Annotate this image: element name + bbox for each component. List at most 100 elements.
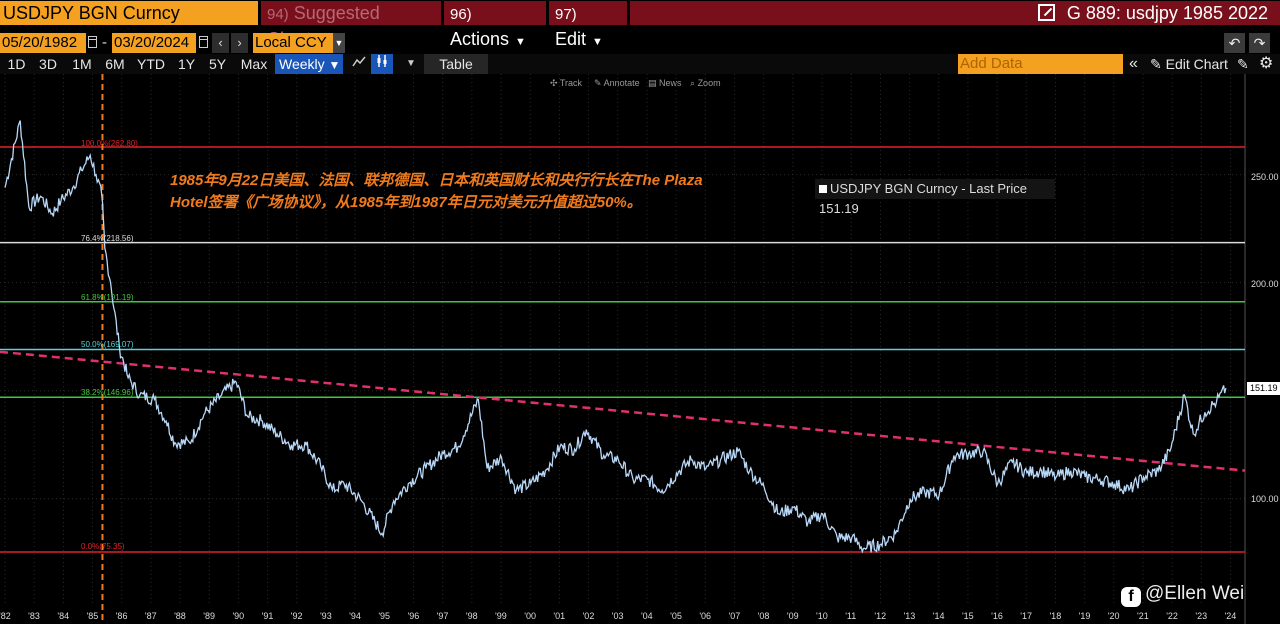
x-tick-label: '12 [874, 611, 887, 621]
x-tick-label: '84 [57, 611, 70, 621]
collapse-icon[interactable]: « [1129, 54, 1138, 74]
ticker-field[interactable]: USDJPY BGN Curncy [0, 1, 258, 25]
x-tick-label: '07 [728, 611, 741, 621]
chart-title-bar: G 889: usdjpy 1985 2022 [630, 1, 1280, 25]
actions-number: 96) [450, 6, 472, 23]
x-tick-label: '22 [1166, 611, 1178, 621]
watermark: f @Ellen Wei [1121, 583, 1244, 607]
redo-icon[interactable]: ↷ [1249, 33, 1270, 53]
y-tick-label: 100.00 [1251, 494, 1279, 504]
x-tick-label: '85 [86, 611, 99, 621]
period-1m[interactable]: 1M [68, 54, 96, 74]
table-button[interactable]: Table [424, 54, 488, 74]
chart-legend: USDJPY BGN Curncy - Last Price 151.19 [815, 179, 1055, 216]
chevron-down-icon: ▼ [333, 33, 345, 53]
fib-label-500: 50.0%(169.07) [81, 340, 134, 349]
open-external-icon[interactable] [1037, 4, 1055, 21]
period-max[interactable]: Max [237, 54, 271, 74]
x-tick-label: '24 [1224, 611, 1237, 621]
x-tick-label: '08 [757, 611, 770, 621]
chevron-down-icon[interactable]: ▼ [400, 54, 422, 74]
date-range-bar: 05/20/1982 - 03/20/2024 ‹ › Local CCY ▼ ↶… [0, 33, 1280, 54]
line-chart-glyph [352, 56, 366, 67]
edit-menu[interactable]: 97) Edit ▼ [549, 1, 627, 49]
x-tick-label: '01 [553, 611, 566, 621]
add-data-input[interactable]: Add Data [958, 54, 1123, 74]
x-tick-label: '21 [1137, 611, 1149, 621]
frequency-select[interactable]: Weekly ▼ [275, 54, 343, 74]
edit-annotation-icon[interactable]: ✎ [1237, 54, 1249, 74]
x-tick-label: '91 [261, 611, 274, 621]
fib-label-100: 100.0%(262.80) [81, 139, 138, 148]
x-tick-label: '83 [28, 611, 40, 621]
edit-number: 97) [555, 6, 577, 23]
top-toolbar: USDJPY BGN Curncy 94) Suggested Charts▼ … [0, 0, 1280, 49]
period-ytd[interactable]: YTD [135, 54, 167, 74]
chevron-down-icon: ▼ [328, 58, 341, 72]
fib-label-618: 61.8%(191.19) [81, 293, 134, 302]
x-tick-label: '94 [349, 611, 361, 621]
x-tick-label: '13 [903, 611, 916, 621]
x-tick-label: '82 [0, 611, 11, 621]
x-tick-label: '03 [611, 611, 624, 621]
x-tick-label: '95 [378, 611, 391, 621]
x-tick-label: '99 [495, 611, 507, 621]
gear-icon[interactable]: ⚙ [1259, 54, 1273, 74]
annotation-line-2: Hotel签署《广场协议》，从1985年到1987年日元对美元升值超过50%。 [170, 194, 642, 211]
y-tick-label: 200.00 [1251, 279, 1279, 289]
x-tick-label: '18 [1049, 611, 1062, 621]
start-date-input[interactable]: 05/20/1982 [0, 33, 86, 53]
calendar-icon[interactable] [199, 36, 208, 48]
x-tick-label: '19 [1078, 611, 1091, 621]
currency-select[interactable]: Local CCY ▼ [253, 33, 345, 53]
suggested-charts-number: 94) [267, 6, 289, 23]
edit-chart-button[interactable]: ✎ Edit Chart [1150, 54, 1228, 74]
frequency-value: Weekly [279, 56, 325, 72]
fib-label-764: 76.4%(218.56) [81, 234, 134, 243]
period-5y[interactable]: 5Y [205, 54, 230, 74]
last-price-tag: 151.19 [1247, 382, 1280, 395]
x-tick-label: '06 [699, 611, 712, 621]
bar-chart-glyph [377, 55, 387, 67]
period-3d[interactable]: 3D [35, 54, 61, 74]
x-tick-label: '05 [670, 611, 682, 621]
price-chart[interactable] [0, 74, 1280, 624]
x-tick-label: '00 [524, 611, 536, 621]
previous-period-button[interactable]: ‹ [212, 33, 229, 53]
end-date-input[interactable]: 03/20/2024 [112, 33, 196, 53]
calendar-icon[interactable] [88, 36, 97, 48]
x-tick-label: '04 [640, 611, 653, 621]
x-tick-label: '87 [144, 611, 157, 621]
actions-menu[interactable]: 96) Actions ▼ [444, 1, 546, 49]
trendline-dashed [0, 350, 1246, 472]
period-bar: 1D 3D 1M 6M YTD 1Y 5Y Max Weekly ▼ ▼ Tab… [0, 54, 1280, 74]
undo-icon[interactable]: ↶ [1224, 33, 1245, 53]
suggested-charts-menu[interactable]: 94) Suggested Charts▼ [261, 1, 441, 49]
watermark-text: @Ellen Wei [1145, 583, 1245, 604]
period-6m[interactable]: 6M [101, 54, 129, 74]
bar-chart-icon[interactable] [371, 54, 393, 74]
trendline [0, 350, 1246, 472]
annotation-line-1: 1985年9月22日美国、法国、联邦德国、日本和英国财长和央行行长在The Pl… [170, 172, 703, 189]
x-tick-label: '17 [1020, 611, 1033, 621]
y-tick-label: 250.00 [1251, 172, 1279, 182]
x-tick-label: '11 [845, 611, 857, 621]
x-tick-label: '09 [786, 611, 799, 621]
x-tick-label: '15 [961, 611, 974, 621]
period-1y[interactable]: 1Y [174, 54, 199, 74]
next-period-button[interactable]: › [231, 33, 248, 53]
x-tick-label: '98 [465, 611, 478, 621]
x-tick-label: '14 [932, 611, 945, 621]
x-tick-label: '92 [290, 611, 303, 621]
x-tick-label: '96 [407, 611, 420, 621]
period-1d[interactable]: 1D [4, 54, 29, 74]
x-tick-label: '97 [436, 611, 449, 621]
line-chart-icon[interactable] [348, 54, 370, 74]
x-tick-label: '88 [174, 611, 186, 621]
edit-chart-label: Edit Chart [1165, 56, 1228, 72]
chart-annotation: 1985年9月22日美国、法国、联邦德国、日本和英国财长和央行行长在The Pl… [170, 170, 770, 214]
date-separator: - [102, 34, 107, 51]
x-tick-label: '20 [1107, 611, 1120, 621]
x-tick-label: '02 [582, 611, 595, 621]
fib-label-382: 38.2%(146.96) [81, 388, 134, 397]
